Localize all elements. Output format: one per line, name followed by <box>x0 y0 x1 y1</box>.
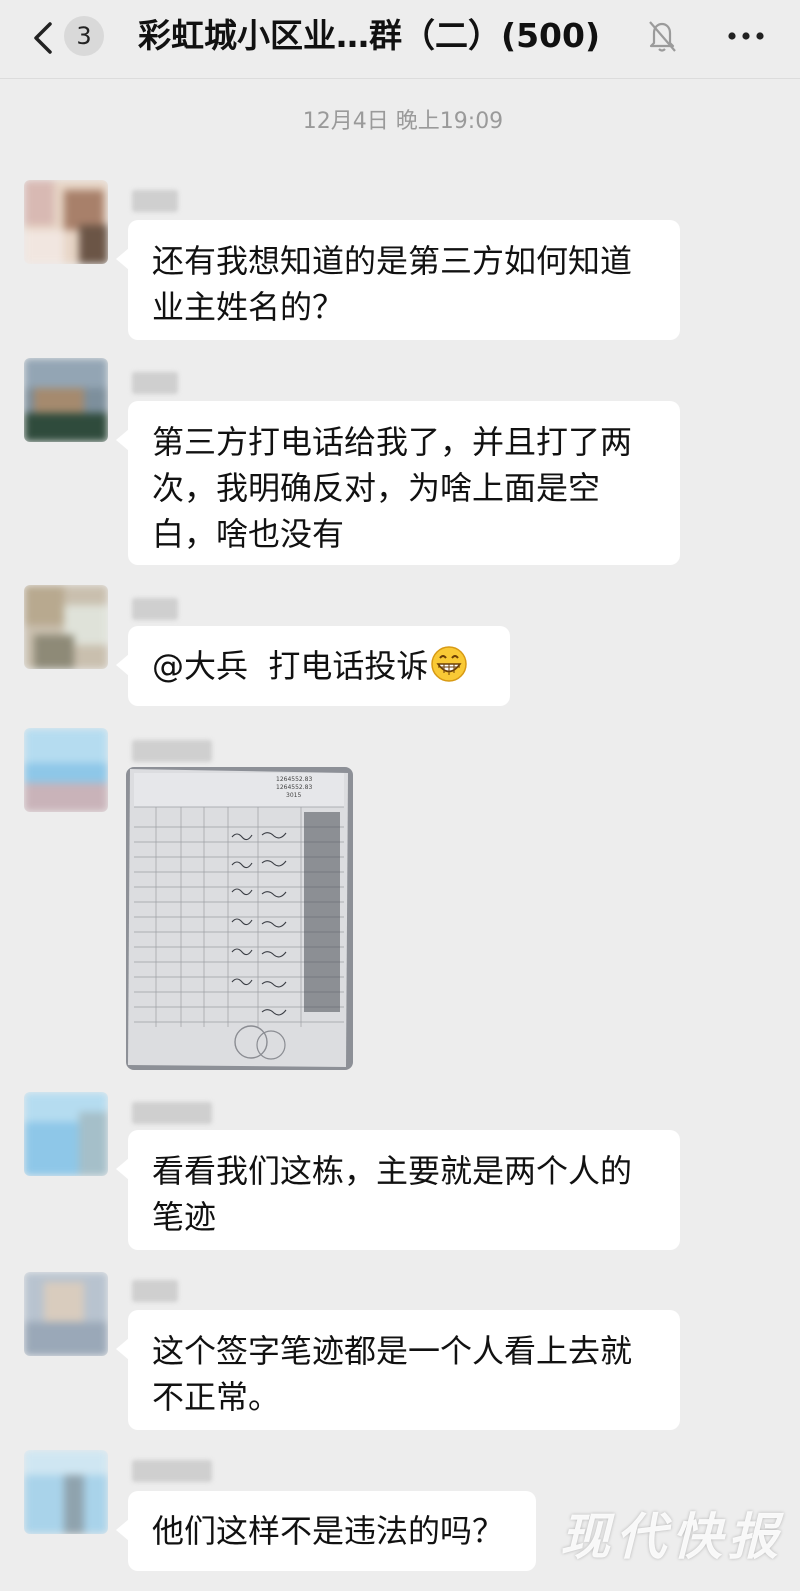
message-text: 这个签字笔迹都是一个人看上去就 不正常。 <box>152 1332 633 1416</box>
avatar[interactable] <box>24 728 108 812</box>
image-message[interactable]: 1264552.83 1264552.83 3015 <box>126 767 353 1070</box>
sheet-header-value: 1264552.83 <box>276 784 312 791</box>
chat-header: 3 彩虹城小区业…群（二）(500) <box>0 0 800 79</box>
message-text: @大兵 打电话投诉 <box>152 647 429 685</box>
avatar[interactable] <box>24 585 108 669</box>
more-options-icon[interactable] <box>724 18 768 54</box>
message-bubble[interactable]: 还有我想知道的是第三方如何知道 业主姓名的？ <box>116 220 680 340</box>
message-text: 还有我想知道的是第三方如何知道 业主姓名的？ <box>152 242 633 326</box>
avatar[interactable] <box>24 1272 108 1356</box>
message-text: 第三方打电话给我了，并且打了两 次，我明确反对，为啥上面是空 白，啥也没有 <box>152 423 633 553</box>
sender-name <box>132 1102 212 1124</box>
sender-name <box>132 740 212 762</box>
sheet-header-value: 1264552.83 <box>276 776 312 783</box>
chat-title: 彩虹城小区业…群（二）(500) <box>138 16 601 55</box>
sender-name <box>132 190 178 212</box>
avatar[interactable] <box>24 358 108 442</box>
sender-name <box>132 1460 212 1482</box>
message-bubble[interactable]: 第三方打电话给我了，并且打了两 次，我明确反对，为啥上面是空 白，啥也没有 <box>116 401 680 565</box>
message-bubble[interactable]: 看看我们这栋，主要就是两个人的 笔迹 <box>116 1130 680 1250</box>
avatar[interactable] <box>24 1092 108 1176</box>
grinning-face-icon <box>431 646 468 682</box>
sheet-header-value: 3015 <box>286 792 301 799</box>
unread-count-badge[interactable]: 3 <box>64 16 104 56</box>
mute-bell-icon <box>649 21 676 52</box>
avatar[interactable] <box>24 180 108 264</box>
sender-name <box>132 1280 178 1302</box>
message-timestamp: 12月4日 晚上19:09 <box>302 109 504 134</box>
message-text: 看看我们这栋，主要就是两个人的 笔迹 <box>152 1152 633 1236</box>
signature-sheet-photo: 1264552.83 1264552.83 3015 <box>126 767 353 1070</box>
back-chevron-icon[interactable] <box>30 20 56 56</box>
avatar[interactable] <box>24 1450 108 1534</box>
sender-name <box>132 598 178 620</box>
message-bubble[interactable]: 他们这样不是违法的吗？ <box>116 1491 536 1571</box>
sender-name <box>132 372 178 394</box>
message-bubble[interactable]: 这个签字笔迹都是一个人看上去就 不正常。 <box>116 1310 680 1430</box>
message-bubble[interactable]: @大兵 打电话投诉 <box>116 626 510 706</box>
message-text: 他们这样不是违法的吗？ <box>152 1512 505 1550</box>
watermark-logo: 现代快报 <box>560 1507 784 1566</box>
